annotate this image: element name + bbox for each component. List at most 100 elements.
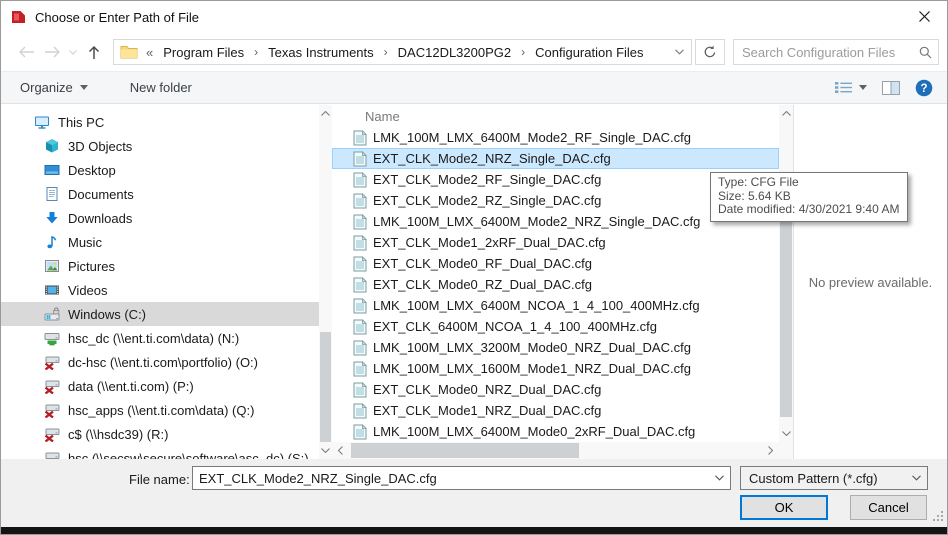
sidebar-item-windows-c[interactable]: Windows (C:) xyxy=(1,302,319,326)
breadcrumb-item-program-files[interactable]: Program Files xyxy=(157,45,250,60)
breadcrumb-separator[interactable]: › xyxy=(250,45,262,59)
cfg-file-icon xyxy=(353,151,367,167)
address-dropdown-button[interactable] xyxy=(667,49,691,55)
scroll-up-icon[interactable] xyxy=(319,106,332,121)
back-button[interactable] xyxy=(13,39,39,65)
file-type-select[interactable]: Custom Pattern (*.cfg) xyxy=(740,466,928,490)
file-type-dropdown-button[interactable] xyxy=(905,467,927,489)
music-note-icon xyxy=(44,234,60,250)
sidebar-item-documents[interactable]: Documents xyxy=(1,182,319,206)
file-row[interactable]: EXT_CLK_Mode1_2xRF_Dual_DAC.cfg xyxy=(332,232,779,253)
file-row[interactable]: EXT_CLK_Mode0_RF_Dual_DAC.cfg xyxy=(332,253,779,274)
cfg-file-icon xyxy=(353,172,367,188)
file-row[interactable]: LMK_100M_LMX_6400M_Mode0_2xRF_Dual_DAC.c… xyxy=(332,421,779,442)
search-icon[interactable] xyxy=(912,46,938,59)
cancel-button[interactable]: Cancel xyxy=(850,495,927,520)
file-row[interactable]: EXT_CLK_6400M_NCOA_1_4_100_400MHz.cfg xyxy=(332,316,779,337)
sidebar-item-label: Desktop xyxy=(68,163,116,178)
breadcrumb-item-dac12dl3200pg2[interactable]: DAC12DL3200PG2 xyxy=(392,45,517,60)
breadcrumb: Program Files›Texas Instruments›DAC12DL3… xyxy=(157,45,667,60)
refresh-button[interactable] xyxy=(695,39,725,65)
sidebar-item-hsc-secsw-secure-software-asc-dc-s[interactable]: hsc (\\secsw\secure\software\asc_dc) (S:… xyxy=(1,446,319,459)
sidebar-scrollbar-thumb[interactable] xyxy=(320,332,331,442)
file-row[interactable]: EXT_CLK_Mode2_NRZ_Single_DAC.cfg xyxy=(332,148,779,169)
sidebar-item-this-pc[interactable]: This PC xyxy=(1,110,319,134)
breadcrumb-item-texas-instruments[interactable]: Texas Instruments xyxy=(262,45,380,60)
forward-button[interactable] xyxy=(39,39,65,65)
resize-grip[interactable] xyxy=(931,509,944,527)
sidebar-scrollbar[interactable] xyxy=(319,105,332,459)
scrollbar-corner xyxy=(779,442,793,459)
sidebar-item-label: hsc_dc (\\ent.ti.com\data) (N:) xyxy=(68,331,239,346)
file-name: LMK_100M_LMX_6400M_Mode2_RF_Single_DAC.c… xyxy=(373,130,691,145)
sidebar-item-3d-objects[interactable]: 3D Objects xyxy=(1,134,319,158)
desktop-icon xyxy=(44,162,60,178)
refresh-icon xyxy=(703,45,717,59)
windows-drive-icon xyxy=(44,306,60,322)
scroll-up-icon[interactable] xyxy=(779,106,793,121)
sidebar-item-pictures[interactable]: Pictures xyxy=(1,254,319,278)
sidebar-item-c-hsdc39-r[interactable]: c$ (\\hsdc39) (R:) xyxy=(1,422,319,446)
tooltip-date-modified: Date modified: 4/30/2021 9:40 AM xyxy=(718,203,900,217)
sidebar-item-music[interactable]: Music xyxy=(1,230,319,254)
file-name: EXT_CLK_Mode0_NRZ_Dual_DAC.cfg xyxy=(373,382,601,397)
scroll-right-icon[interactable] xyxy=(763,442,778,459)
breadcrumb-overflow[interactable]: « xyxy=(140,45,157,60)
sidebar-item-hsc-apps-ent-ti-com-data-q[interactable]: hsc_apps (\\ent.ti.com\data) (Q:) xyxy=(1,398,319,422)
file-name-label: File name: xyxy=(129,472,190,487)
preview-pane-button[interactable] xyxy=(882,81,900,95)
file-name-dropdown-button[interactable] xyxy=(708,467,730,489)
file-row[interactable]: LMK_100M_LMX_6400M_NCOA_1_4_100_400MHz.c… xyxy=(332,295,779,316)
scroll-down-icon[interactable] xyxy=(319,443,332,458)
scroll-left-icon[interactable] xyxy=(333,442,348,459)
this-pc-icon xyxy=(34,114,50,130)
recent-locations-button[interactable] xyxy=(65,39,81,65)
file-row[interactable]: EXT_CLK_Mode0_RZ_Dual_DAC.cfg xyxy=(332,274,779,295)
file-row[interactable]: LMK_100M_LMX_6400M_Mode2_RF_Single_DAC.c… xyxy=(332,127,779,148)
dialog-footer: File name: Custom Pattern (*.cfg) OK Can… xyxy=(1,459,947,529)
new-folder-button[interactable]: New folder xyxy=(130,80,192,95)
ok-button[interactable]: OK xyxy=(740,495,828,520)
organize-button[interactable]: Organize xyxy=(20,80,88,95)
sidebar-item-downloads[interactable]: Downloads xyxy=(1,206,319,230)
window-bottom-edge xyxy=(1,527,947,534)
sidebar-item-dc-hsc-ent-ti-com-portfolio-o[interactable]: dc-hsc (\\ent.ti.com\portfolio) (O:) xyxy=(1,350,319,374)
help-button[interactable]: ? xyxy=(915,79,933,97)
file-row[interactable]: LMK_100M_LMX_3200M_Mode0_NRZ_Dual_DAC.cf… xyxy=(332,337,779,358)
sidebar-item-videos[interactable]: Videos xyxy=(1,278,319,302)
sidebar-item-data-ent-ti-com-p[interactable]: data (\\ent.ti.com) (P:) xyxy=(1,374,319,398)
change-view-button[interactable] xyxy=(835,81,867,94)
file-list-vertical-scrollbar[interactable] xyxy=(779,105,793,442)
main-area: This PC 3D Objects Desktop Documents Dow… xyxy=(1,105,947,459)
folder-icon xyxy=(120,45,138,59)
scroll-down-icon[interactable] xyxy=(779,426,793,441)
close-button[interactable] xyxy=(902,1,947,32)
file-name: EXT_CLK_Mode1_2xRF_Dual_DAC.cfg xyxy=(373,235,606,250)
address-bar[interactable]: « Program Files›Texas Instruments›DAC12D… xyxy=(113,39,692,65)
sidebar-item-label: Documents xyxy=(68,187,134,202)
breadcrumb-separator[interactable]: › xyxy=(517,45,529,59)
command-toolbar: Organize New folder ? xyxy=(1,71,947,104)
file-row[interactable]: EXT_CLK_Mode0_NRZ_Dual_DAC.cfg xyxy=(332,379,779,400)
up-button[interactable] xyxy=(81,39,107,65)
chevron-down-icon xyxy=(69,50,77,55)
download-arrow-icon xyxy=(44,210,60,226)
file-row[interactable]: EXT_CLK_Mode1_NRZ_Dual_DAC.cfg xyxy=(332,400,779,421)
file-list-scrollbar-thumb[interactable] xyxy=(780,202,792,417)
tooltip-type: Type: CFG File xyxy=(718,176,900,190)
file-name: LMK_100M_LMX_6400M_Mode0_2xRF_Dual_DAC.c… xyxy=(373,424,695,439)
file-list-horizontal-scrollbar[interactable] xyxy=(332,442,779,459)
sidebar-list: This PC 3D Objects Desktop Documents Dow… xyxy=(1,105,319,459)
search-input[interactable] xyxy=(734,45,912,60)
column-header-name[interactable]: Name xyxy=(332,105,793,127)
sidebar-item-desktop[interactable]: Desktop xyxy=(1,158,319,182)
cfg-file-icon xyxy=(353,403,367,419)
sidebar-item-hsc-dc-ent-ti-com-data-n[interactable]: hsc_dc (\\ent.ti.com\data) (N:) xyxy=(1,326,319,350)
file-name: LMK_100M_LMX_6400M_NCOA_1_4_100_400MHz.c… xyxy=(373,298,700,313)
file-name: EXT_CLK_Mode0_RZ_Dual_DAC.cfg xyxy=(373,277,592,292)
horizontal-scrollbar-thumb[interactable] xyxy=(351,443,579,458)
file-name-input[interactable] xyxy=(193,471,708,486)
file-row[interactable]: LMK_100M_LMX_1600M_Mode1_NRZ_Dual_DAC.cf… xyxy=(332,358,779,379)
breadcrumb-separator[interactable]: › xyxy=(380,45,392,59)
breadcrumb-item-configuration-files[interactable]: Configuration Files xyxy=(529,45,649,60)
